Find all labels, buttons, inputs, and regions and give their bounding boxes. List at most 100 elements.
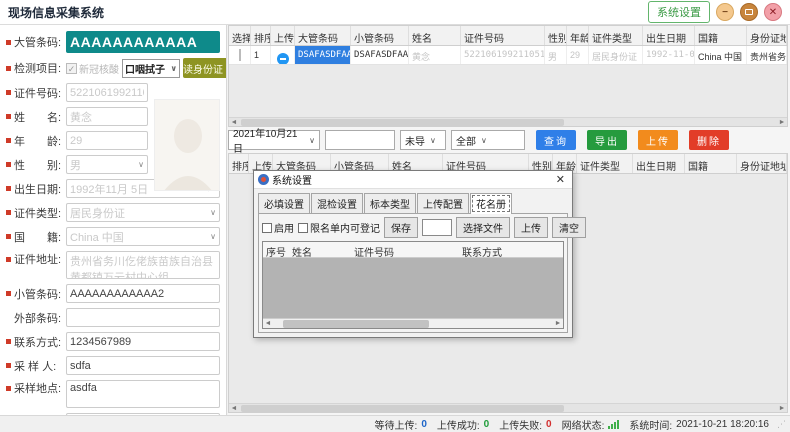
chevron-down-icon: ∨ bbox=[210, 232, 216, 241]
system-settings-button[interactable]: 系统设置 bbox=[648, 1, 710, 23]
app-window: 现场信息采集系统 系统设置 − ✕ 大管条码: 检测项目: ✓新冠核酸 口咽拭子… bbox=[0, 0, 790, 432]
horizontal-scrollbar[interactable]: ◄ ► bbox=[263, 318, 563, 328]
column-header: 出生日期 bbox=[643, 26, 695, 45]
empty-rows-area bbox=[229, 65, 787, 117]
search-input[interactable] bbox=[325, 130, 395, 150]
scroll-right-icon[interactable]: ► bbox=[777, 118, 787, 127]
column-header: 序号 bbox=[263, 242, 289, 257]
upload-success-label: 上传成功: bbox=[437, 417, 480, 432]
maximize-button[interactable] bbox=[740, 3, 758, 21]
dialog-tabs: 必填设置 混检设置 标本类型 上传配置 花名册 bbox=[254, 189, 572, 213]
choose-file-button[interactable]: 选择文件 bbox=[456, 217, 510, 238]
horizontal-scrollbar[interactable]: ◄ ► bbox=[229, 403, 787, 412]
type-filter-select[interactable]: 全部∨ bbox=[451, 130, 525, 150]
scrollbar-track[interactable] bbox=[273, 319, 553, 328]
row-checkbox-cell[interactable] bbox=[229, 46, 251, 64]
swab-type-select[interactable]: 口咽拭子∨ bbox=[122, 59, 180, 78]
gear-icon bbox=[258, 174, 269, 185]
table-row[interactable]: 1 DSAFASDFAAAS DSAFASDFAAAS1 黄念 52210619… bbox=[229, 46, 787, 65]
external-barcode-input[interactable] bbox=[66, 308, 220, 327]
contact-input[interactable] bbox=[66, 332, 220, 351]
delete-button[interactable]: 删除 bbox=[689, 130, 729, 150]
gender-select[interactable]: 男∨ bbox=[66, 155, 148, 174]
id-type-cell: 居民身份证 bbox=[589, 46, 643, 64]
network-status-label: 网络状态: bbox=[562, 417, 605, 432]
nationality-label: 国 籍: bbox=[6, 229, 66, 245]
required-marker bbox=[6, 363, 11, 368]
order-cell: 1 bbox=[251, 46, 271, 64]
tab-upload-config[interactable]: 上传配置 bbox=[417, 193, 469, 213]
required-marker bbox=[6, 386, 11, 391]
nationality-select[interactable]: China 中国∨ bbox=[66, 227, 220, 246]
system-time-label: 系统时间: bbox=[629, 417, 672, 432]
birth-cell: 1992-11-05 bbox=[643, 46, 695, 64]
read-id-button[interactable]: 读身份证（F5） bbox=[183, 58, 227, 78]
upload-status-cell bbox=[271, 46, 295, 64]
dialog-close-icon[interactable]: ✕ bbox=[553, 173, 568, 186]
roster-table: 序号姓名证件号码联系方式 ◄ ► bbox=[262, 241, 564, 329]
column-header: 姓名 bbox=[289, 242, 351, 257]
sampler-label: 采 样 人: bbox=[6, 358, 66, 374]
required-marker bbox=[6, 210, 11, 215]
scroll-left-icon[interactable]: ◄ bbox=[263, 319, 273, 328]
id-address-textarea[interactable]: 贵州省务川仡佬族苗族自治县黄都镇万云村中心组 bbox=[66, 251, 220, 279]
id-type-label: 证件类型: bbox=[6, 205, 66, 221]
scrollbar-thumb[interactable] bbox=[283, 320, 429, 328]
big-tube-cell[interactable]: DSAFASDFAAAS bbox=[295, 46, 351, 64]
gender-label: 性 别: bbox=[6, 157, 66, 173]
external-barcode-label: 外部条码: bbox=[6, 310, 66, 326]
sample-place-textarea[interactable]: asdfa bbox=[66, 380, 220, 408]
roster-save-button[interactable]: 保存 bbox=[384, 217, 418, 238]
scroll-left-icon[interactable]: ◄ bbox=[229, 404, 239, 413]
name-input[interactable] bbox=[66, 107, 148, 126]
upload-button[interactable]: 上传 bbox=[638, 130, 678, 150]
tab-roster[interactable]: 花名册 bbox=[470, 193, 512, 214]
small-tube-input[interactable] bbox=[66, 284, 220, 303]
scrollbar-thumb[interactable] bbox=[241, 405, 564, 412]
tab-required-settings[interactable]: 必填设置 bbox=[258, 193, 310, 213]
upload-filter-select[interactable]: 未导∨ bbox=[400, 130, 446, 150]
column-header: 身份证地址 bbox=[747, 26, 787, 45]
tab-mixed-test-settings[interactable]: 混检设置 bbox=[311, 193, 363, 213]
waiting-upload-value: 0 bbox=[421, 419, 427, 430]
field-row-big-tube: 大管条码: bbox=[6, 31, 220, 53]
scrollbar-track[interactable] bbox=[239, 404, 777, 413]
close-button[interactable]: ✕ bbox=[764, 3, 782, 21]
sampler-input[interactable] bbox=[66, 356, 220, 375]
id-type-select[interactable]: 居民身份证∨ bbox=[66, 203, 220, 222]
chevron-down-icon: ∨ bbox=[481, 136, 487, 145]
file-path-input[interactable] bbox=[422, 219, 452, 236]
status-bar: 等待上传: 0 上传成功: 0 上传失败: 0 网络状态: 系统时间: 2021… bbox=[0, 415, 790, 432]
limit-roster-checkbox[interactable]: 限名单内可登记 bbox=[298, 220, 380, 235]
dialog-title-bar[interactable]: 系统设置 ✕ bbox=[254, 171, 572, 189]
id-number-input[interactable] bbox=[66, 83, 148, 102]
column-header: 性别 bbox=[545, 26, 567, 45]
entry-form-panel: 大管条码: 检测项目: ✓新冠核酸 口咽拭子∨ 读身份证（F5） 证件号码: 姓… bbox=[0, 25, 227, 415]
row-checkbox[interactable] bbox=[239, 49, 241, 61]
waiting-upload-label: 等待上传: bbox=[375, 417, 418, 432]
enable-checkbox[interactable]: 启用 bbox=[262, 220, 294, 235]
query-button[interactable]: 查询 bbox=[536, 130, 576, 150]
roster-upload-button[interactable]: 上传 bbox=[514, 217, 548, 238]
name-label: 姓 名: bbox=[6, 109, 66, 125]
date-select[interactable]: 2021年10月21日∨ bbox=[228, 130, 320, 150]
covid-checkbox[interactable]: ✓新冠核酸 bbox=[66, 61, 119, 76]
export-button[interactable]: 导出 bbox=[587, 130, 627, 150]
roster-table-header: 序号姓名证件号码联系方式 bbox=[263, 242, 563, 258]
big-tube-input[interactable] bbox=[66, 31, 220, 53]
close-icon: ✕ bbox=[769, 7, 777, 18]
roster-clear-button[interactable]: 清空 bbox=[552, 217, 586, 238]
field-row-sampler: 采 样 人: bbox=[6, 356, 220, 375]
pending-records-table: 选择排序上传大管条码小管条码姓名证件号码性别年龄证件类型出生日期国籍身份证地址 … bbox=[228, 25, 788, 127]
scroll-right-icon[interactable]: ► bbox=[553, 319, 563, 328]
horizontal-scrollbar[interactable]: ◄ ► bbox=[229, 117, 787, 126]
birth-label: 出生日期: bbox=[6, 181, 66, 197]
column-header: 出生日期 bbox=[633, 154, 685, 173]
window-controls: 系统设置 − ✕ bbox=[648, 1, 790, 23]
tab-specimen-type[interactable]: 标本类型 bbox=[364, 193, 416, 213]
scroll-right-icon[interactable]: ► bbox=[777, 404, 787, 413]
minimize-button[interactable]: − bbox=[716, 3, 734, 21]
age-input[interactable] bbox=[66, 131, 148, 150]
age-label: 年 龄: bbox=[6, 133, 66, 149]
scrollbar-track[interactable] bbox=[239, 118, 777, 127]
